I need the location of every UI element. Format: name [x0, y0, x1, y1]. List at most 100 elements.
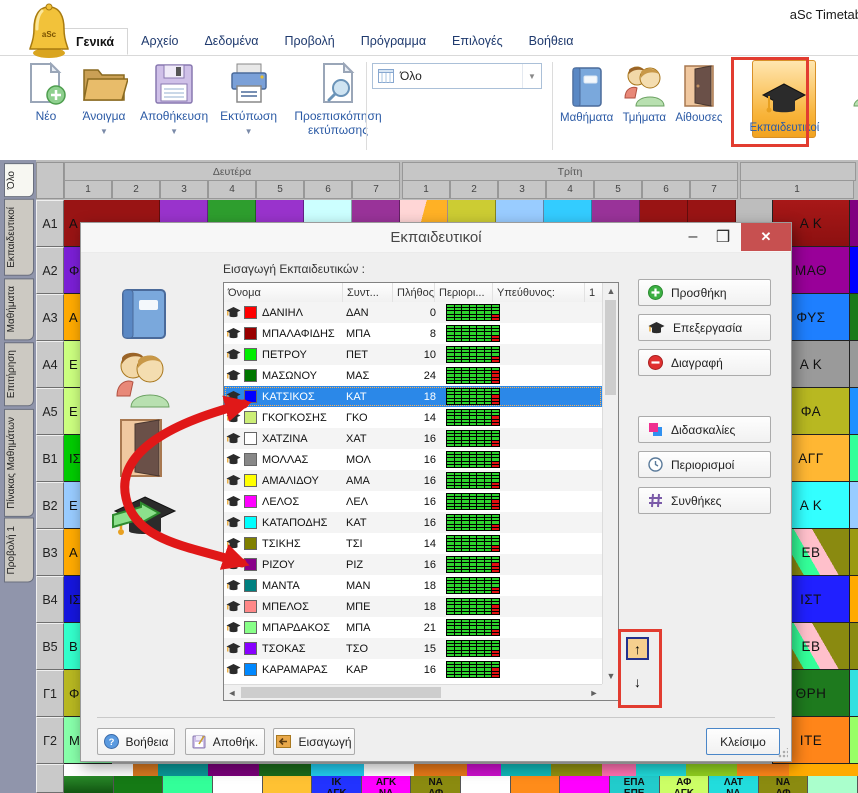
scroll-up-icon[interactable]: ▲: [603, 283, 619, 299]
lesson-cell[interactable]: [511, 776, 561, 793]
row-header[interactable]: B4: [36, 576, 64, 623]
scrollbar-thumb[interactable]: [241, 687, 441, 698]
close-button[interactable]: ✕: [741, 223, 791, 251]
maximize-button[interactable]: ❒: [709, 223, 737, 251]
classes-button[interactable]: Τμήματα: [621, 60, 667, 124]
lesson-cell[interactable]: ΝΑ ΑΦ: [411, 776, 461, 793]
close-dialog-button[interactable]: Κλείσιμο: [706, 728, 780, 755]
menu-tab[interactable]: Αρχείο: [128, 28, 191, 55]
lesson-cell[interactable]: ΕΠΑ ΕΠΕ: [610, 776, 660, 793]
row-header[interactable]: A5: [36, 388, 64, 435]
teacher-row[interactable]: ΜΑΝΤΑ ΜΑΝ 18: [224, 575, 602, 596]
row-header[interactable]: A3: [36, 294, 64, 341]
menu-tab[interactable]: Βοήθεια: [516, 28, 587, 55]
view-tab[interactable]: Εκπαιδευτικοί: [4, 199, 34, 276]
teachers-button[interactable]: Εκπαιδευτικοί: [752, 60, 816, 138]
view-tab[interactable]: Επιτήρηση: [4, 342, 34, 406]
teacher-row[interactable]: ΑΜΑΛΙΔΟΥ ΑΜΑ 16: [224, 470, 602, 491]
teacher-row[interactable]: ΜΑΣΩΝΟΥ ΜΑΣ 24: [224, 365, 602, 386]
row-header[interactable]: A1: [36, 200, 64, 247]
row-header[interactable]: Γ2: [36, 717, 64, 764]
conditions-button[interactable]: Συνθήκες: [638, 487, 771, 514]
constraints-button[interactable]: Περιορισμοί: [638, 451, 771, 478]
menu-tab[interactable]: Επιλογές: [439, 28, 516, 55]
lesson-cell[interactable]: [461, 776, 511, 793]
column-header-count[interactable]: Πλήθος: [393, 283, 435, 302]
scrollbar-thumb[interactable]: [605, 300, 616, 395]
teacher-row[interactable]: ΚΑΤΣΙΚΟΣ ΚΑΤ 18: [224, 386, 602, 407]
column-header-constraints[interactable]: Περιορι...: [435, 283, 493, 302]
delete-button[interactable]: Διαγραφή: [638, 349, 771, 376]
lesson-cell[interactable]: [808, 776, 858, 793]
teacher-row[interactable]: ΠΕΤΡΟΥ ΠΕΤ 10: [224, 344, 602, 365]
seminars-button[interactable]: Σεμ: [850, 60, 858, 124]
row-header[interactable]: B2: [36, 482, 64, 529]
view-tab[interactable]: Πίνακας Μαθημάτων: [4, 409, 34, 517]
row-header[interactable]: A4: [36, 341, 64, 388]
print-button[interactable]: Εκτύπωση ▼: [220, 60, 277, 138]
teacher-row[interactable]: ΜΠΑΛΑΦΙΔΗΣ ΜΠΑ 8: [224, 323, 602, 344]
row-header[interactable]: B1: [36, 435, 64, 482]
lesson-cell[interactable]: [64, 776, 114, 793]
column-header-responsible[interactable]: Υπεύθυνος:: [493, 283, 585, 302]
teacher-row[interactable]: ΡΙΖΟΥ ΡΙΖ 16: [224, 554, 602, 575]
lesson-cell[interactable]: ΛΑΤ ΝΑ: [709, 776, 759, 793]
lessons-button[interactable]: Διδασκαλίες: [638, 416, 771, 443]
row-header[interactable]: B5: [36, 623, 64, 670]
row-header[interactable]: A2: [36, 247, 64, 294]
open-button[interactable]: Άνοιγμα ▼: [80, 60, 128, 138]
lesson-cell[interactable]: [163, 776, 213, 793]
lesson-cell[interactable]: [263, 776, 313, 793]
teacher-row[interactable]: ΛΕΛΟΣ ΛΕΛ 16: [224, 491, 602, 512]
teacher-row[interactable]: ΜΟΛΛΑΣ ΜΟΛ 16: [224, 449, 602, 470]
view-tab[interactable]: Μαθήματα: [4, 278, 34, 340]
lesson-cell[interactable]: ΙΚ ΑΓΚ: [312, 776, 362, 793]
move-down-button[interactable]: ↓: [626, 670, 649, 693]
move-up-button[interactable]: ↑: [626, 637, 649, 660]
teacher-row[interactable]: ΓΚΟΓΚΟΣΗΣ ΓΚΟ 14: [224, 407, 602, 428]
column-header-extra[interactable]: 1: [585, 283, 602, 302]
menu-tab[interactable]: Δεδομένα: [191, 28, 271, 55]
view-dropdown[interactable]: Όλο ▼: [372, 63, 542, 89]
view-tab[interactable]: Προβολή 1: [4, 518, 34, 583]
column-header-short[interactable]: Συντ...: [343, 283, 393, 302]
teacher-row[interactable]: ΜΠΕΛΟΣ ΜΠΕ 18: [224, 596, 602, 617]
teacher-row[interactable]: ΤΣΙΚΗΣ ΤΣΙ 14: [224, 533, 602, 554]
dropdown-caret[interactable]: ▼: [170, 127, 178, 135]
help-button[interactable]: ? Βοήθεια: [97, 728, 175, 755]
menu-tab[interactable]: Προβολή: [272, 28, 348, 55]
subjects-button[interactable]: Μαθήματα: [560, 60, 613, 124]
dropdown-caret[interactable]: ▼: [100, 127, 108, 135]
scroll-right-icon[interactable]: ►: [586, 685, 602, 701]
lesson-cell[interactable]: [213, 776, 263, 793]
scroll-down-icon[interactable]: ▼: [603, 668, 619, 684]
dropdown-caret[interactable]: ▼: [245, 127, 253, 135]
vertical-scrollbar[interactable]: ▲ ▼: [602, 283, 618, 684]
add-button[interactable]: Προσθήκη: [638, 279, 771, 306]
classrooms-button[interactable]: Αίθουσες: [675, 60, 722, 124]
teacher-row[interactable]: ΔΑΝΙΗΛ ΔΑΝ 0: [224, 302, 602, 323]
row-header[interactable]: Γ1: [36, 670, 64, 717]
view-tab[interactable]: Όλο: [4, 163, 34, 197]
minimize-button[interactable]: –: [679, 223, 707, 251]
resize-grip[interactable]: [778, 748, 788, 758]
teacher-row[interactable]: ΤΣΟΚΑΣ ΤΣΟ 15: [224, 638, 602, 659]
teacher-row[interactable]: ΜΠΑΡΔΑΚΟΣ ΜΠΑ 21: [224, 617, 602, 638]
save-list-button[interactable]: Αποθήκ.: [185, 728, 265, 755]
column-header-name[interactable]: Όνομα: [224, 283, 343, 302]
lesson-cell[interactable]: ΑΦ ΑΓΚ: [660, 776, 710, 793]
asc-bell-logo-icon[interactable]: aSc: [24, 3, 76, 59]
dropdown-arrow-icon[interactable]: ▼: [522, 64, 541, 88]
edit-button[interactable]: Επεξεργασία: [638, 314, 771, 341]
scroll-left-icon[interactable]: ◄: [224, 685, 240, 701]
lesson-cell[interactable]: [114, 776, 164, 793]
teacher-row[interactable]: ΚΑΡΑΜΑΡΑΣ ΚΑΡ 16: [224, 659, 602, 680]
teacher-row[interactable]: ΧΑΤΖΙΝΑ ΧΑΤ 16: [224, 428, 602, 449]
save-button[interactable]: Αποθήκευση ▼: [140, 60, 208, 138]
import-button[interactable]: Εισαγωγή: [273, 728, 355, 755]
menu-tab[interactable]: Πρόγραμμα: [348, 28, 439, 55]
lesson-cell[interactable]: ΑΓΚ ΝΑ: [362, 776, 412, 793]
new-button[interactable]: Νέο: [24, 60, 68, 138]
horizontal-scrollbar[interactable]: ◄ ►: [224, 684, 602, 700]
row-header[interactable]: B3: [36, 529, 64, 576]
